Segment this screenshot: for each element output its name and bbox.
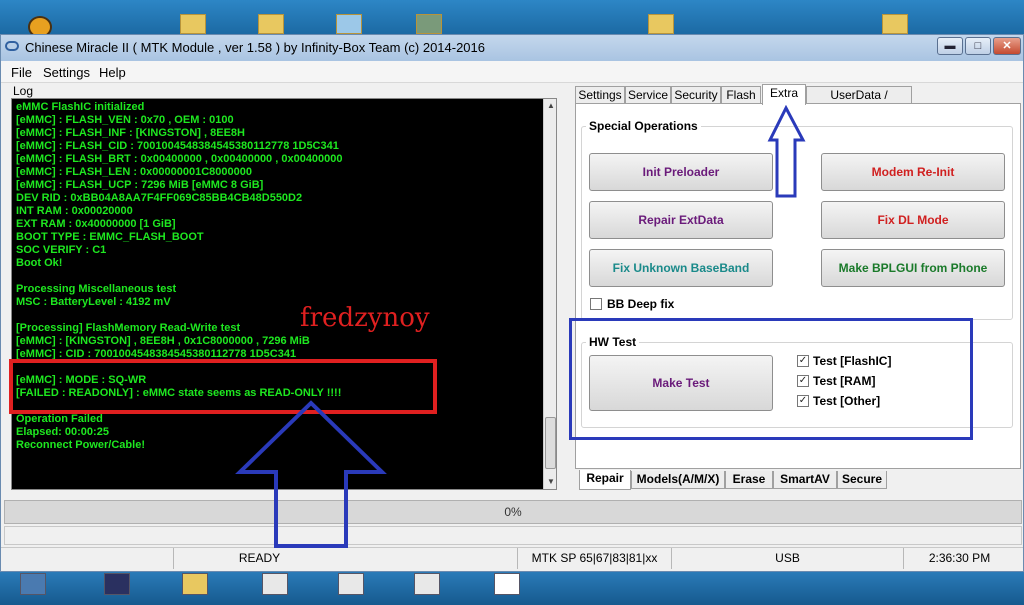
taskbar xyxy=(0,572,1024,605)
big-up-arrow-annotation-icon xyxy=(235,400,387,548)
folder-icon[interactable] xyxy=(182,573,208,595)
taskbar-app-icon[interactable] xyxy=(20,573,46,595)
taskbar-app-icon[interactable] xyxy=(104,573,130,595)
document-icon[interactable] xyxy=(494,573,520,595)
document-icon[interactable] xyxy=(338,573,364,595)
up-arrow-annotation-icon xyxy=(767,104,806,198)
annotation-overlay xyxy=(235,104,806,548)
tab-extra[interactable]: Extra xyxy=(762,84,806,105)
image-icon[interactable] xyxy=(414,573,440,595)
document-icon[interactable] xyxy=(262,573,288,595)
